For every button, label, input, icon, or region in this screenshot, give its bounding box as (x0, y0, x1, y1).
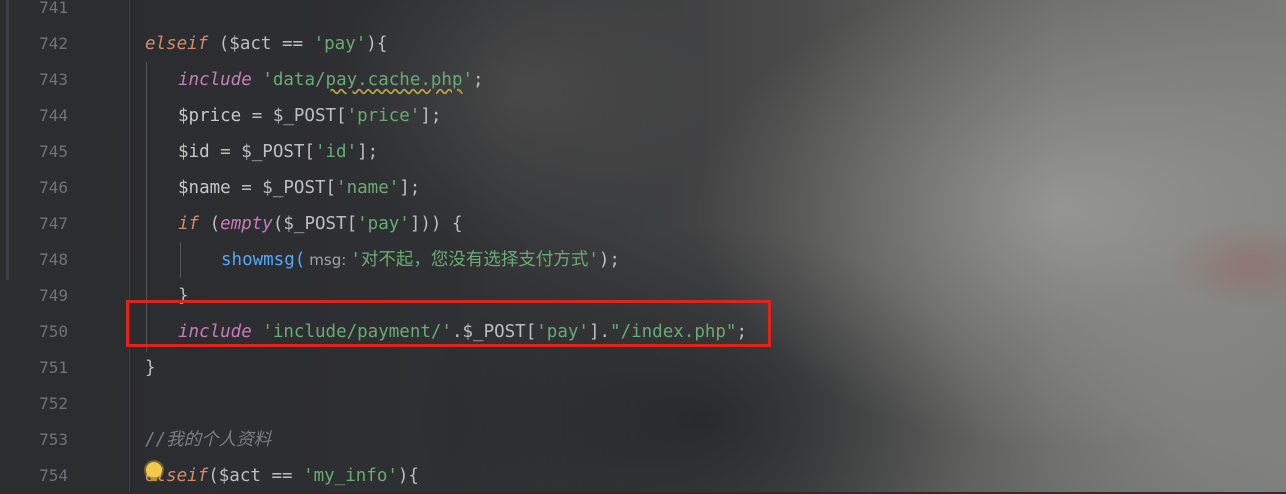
variable-token: $id (178, 142, 210, 162)
code-token: ($_POST[ (272, 214, 358, 234)
function-token: showmsg( (221, 250, 306, 270)
code-token: ( (199, 214, 221, 234)
code-token: ]; (399, 178, 421, 198)
keyword-token: include (178, 70, 252, 90)
code-line-748[interactable]: showmsg(msg: '对不起，您没有选择支付方式'); (221, 242, 620, 278)
code-line-746[interactable]: $name = $_POST['name']; (178, 170, 420, 206)
string-token: 'pay' (357, 214, 410, 234)
comment-token: //我的个人资料 (145, 430, 272, 450)
string-token-warning: pay.cache.php (325, 70, 463, 90)
string-token: 'pay' (313, 34, 367, 54)
code-token: } (145, 358, 156, 378)
string-token: 'data/ (262, 70, 326, 90)
keyword-token: elseif (145, 34, 209, 54)
code-token: ; (473, 70, 484, 90)
keyword-token: if (178, 214, 200, 234)
string-token: 'name' (336, 178, 400, 198)
function-token: empty (220, 214, 273, 234)
code-token: ]; (420, 106, 442, 126)
code-editor[interactable]: elseif ($act == 'pay'){ include 'data/pa… (0, 0, 1286, 492)
code-line-753[interactable]: //我的个人资料 (145, 422, 271, 458)
variable-token: $name (178, 178, 231, 198)
code-token: ); (598, 250, 620, 270)
operator-token: == (281, 34, 304, 54)
string-token: '对不起，您没有选择支付方式' (350, 250, 599, 270)
code-token: ($act (208, 34, 282, 54)
code-token: ){ (397, 466, 419, 486)
string-token: 'my_info' (303, 466, 398, 486)
code-token: = $_POST[ (230, 178, 337, 198)
code-line-754[interactable]: elseif($act == 'my_info'){ (145, 458, 419, 494)
parameter-hint: msg: (309, 251, 347, 269)
variable-token: $price (178, 106, 242, 126)
operator-token: == (271, 466, 293, 486)
code-token: ]; (357, 142, 379, 162)
code-line-745[interactable]: $id = $_POST['id']; (178, 134, 378, 170)
code-token: ($act (208, 466, 272, 486)
code-line-742[interactable]: elseif ($act == 'pay'){ (145, 26, 387, 62)
code-token: = $_POST[ (209, 142, 315, 162)
lightbulb-icon[interactable] (146, 462, 162, 481)
highlight-box (126, 300, 771, 347)
code-token: ])) { (409, 214, 463, 234)
code-line-751[interactable]: } (145, 350, 156, 386)
code-token: ){ (366, 34, 388, 54)
string-token: 'price' (346, 106, 421, 126)
code-token: = $_POST[ (241, 106, 347, 126)
string-token: ' (462, 70, 474, 90)
string-token: 'id' (314, 142, 358, 162)
code-line-743[interactable]: include 'data/pay.cache.php'; (178, 62, 484, 98)
code-line-747[interactable]: if (empty($_POST['pay'])) { (178, 206, 463, 242)
code-line-744[interactable]: $price = $_POST['price']; (178, 98, 441, 134)
indent-guide (180, 242, 181, 278)
